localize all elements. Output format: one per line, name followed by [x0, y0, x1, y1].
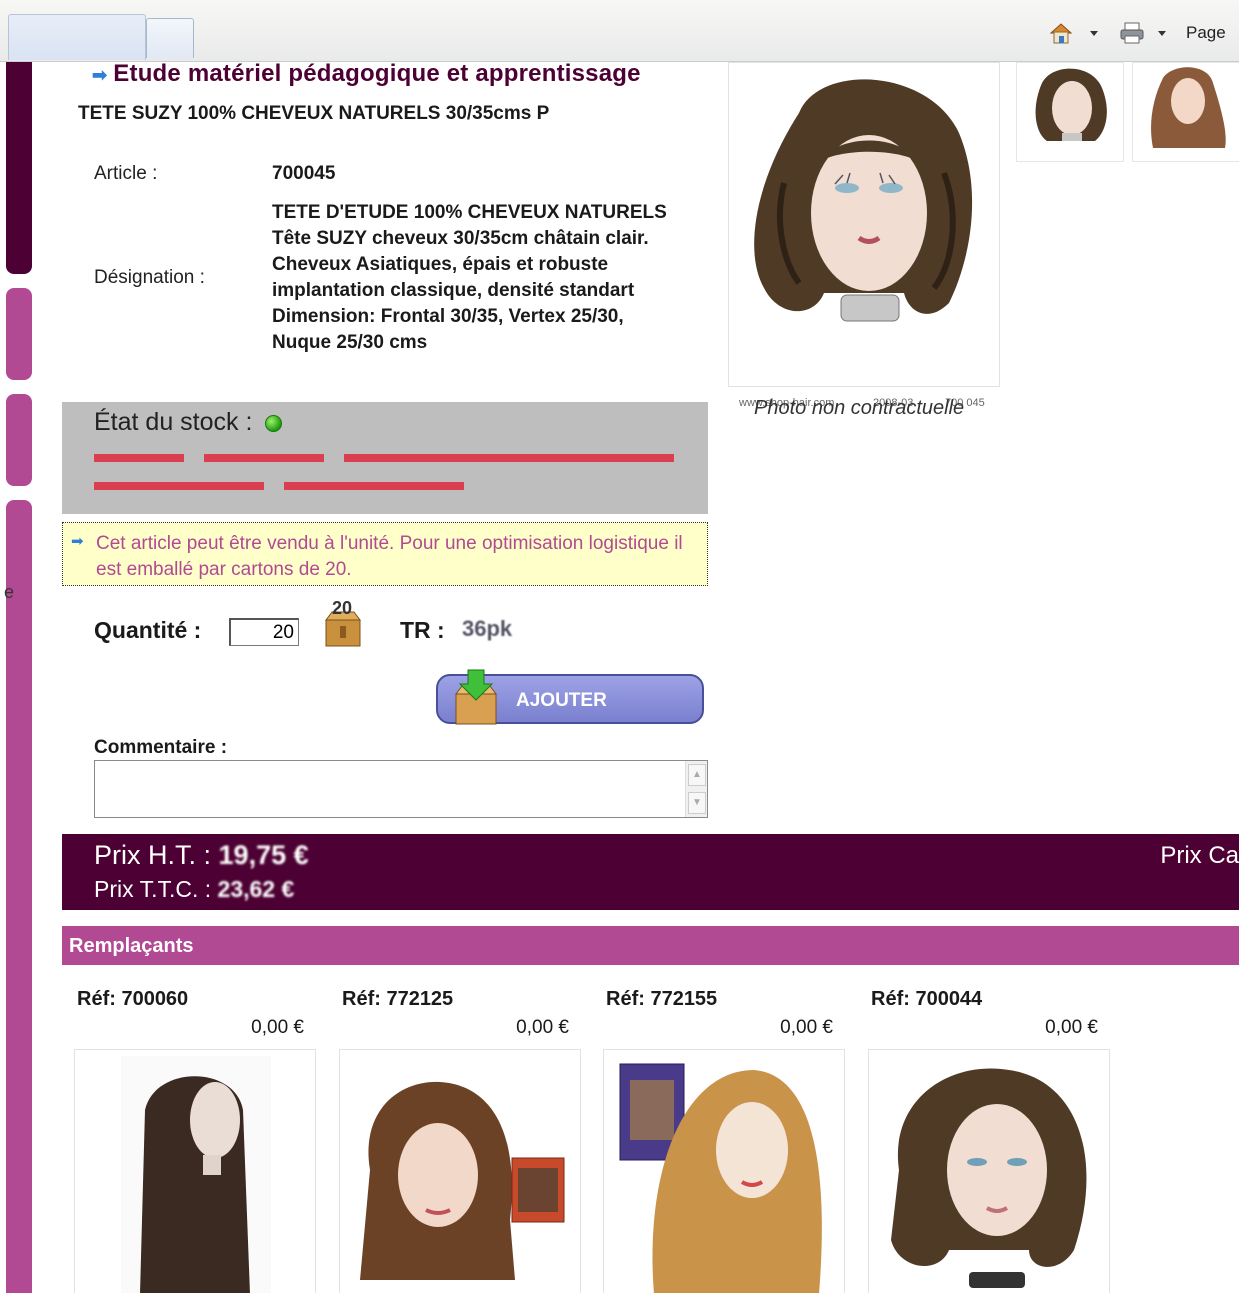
replacement-card[interactable]: Réf: 700044 0,00 € [868, 985, 1110, 1293]
mannequin-thumbnail [1151, 67, 1226, 148]
quantity-label: Quantité : [94, 617, 202, 643]
replacement-image[interactable] [74, 1049, 316, 1293]
designation-line: Tête SUZY cheveux 30/35cm châtain clair. [272, 228, 649, 249]
replacements-header: Remplaçants [62, 926, 1239, 965]
arrow-right-icon: ➡ [92, 65, 108, 85]
mannequin-head-image [754, 79, 973, 322]
replacement-ref: Réf: 772125 [342, 988, 454, 1010]
add-to-cart-button[interactable]: AJOUTER [436, 669, 704, 725]
article-label: Article : [94, 163, 158, 184]
designation-line: TETE D'ETUDE 100% CHEVEUX NATURELS [272, 202, 667, 223]
chevron-down-icon[interactable] [1090, 30, 1098, 36]
mannequin-curly-hair-image [891, 1068, 1087, 1288]
chevron-down-icon[interactable] [1158, 30, 1166, 36]
home-icon [1049, 23, 1073, 44]
replacement-card[interactable]: Réf: 772125 0,00 € [339, 985, 581, 1293]
price-ttc-value: 23,62 € [217, 876, 295, 902]
sidebar-tab-1[interactable] [6, 288, 32, 380]
stock-label: État du stock : [94, 408, 253, 436]
stock-panel: État du stock : [62, 402, 708, 514]
designation-line: Cheveux Asiatiques, épais et robuste [272, 254, 609, 275]
sidebar-tab-dark[interactable] [6, 62, 32, 274]
replacement-image[interactable] [339, 1049, 581, 1293]
designation-line: Dimension: Frontal 30/35, Vertex 25/30, [272, 306, 624, 327]
replacements-title: Remplaçants [69, 935, 194, 957]
replacement-image[interactable] [868, 1049, 1110, 1293]
mannequin-long-dark-hair-image [121, 1056, 271, 1293]
price-ttc-label: Prix T.T.C. : [94, 876, 212, 902]
tr-value: 36pk [462, 616, 513, 641]
replacement-ref: Réf: 700044 [871, 988, 983, 1010]
home-button[interactable] [1048, 20, 1098, 46]
unit-sale-notice: ➡ Cet article peut être vendu à l'unité.… [62, 522, 708, 586]
mannequin-thumbnail [1035, 68, 1107, 141]
page-menu-label: Page [1186, 23, 1226, 42]
price-banner: Prix H.T. : 19,75 € Prix T.T.C. : 23,62 … [62, 834, 1239, 910]
stock-status-icon [265, 414, 283, 432]
add-button-label: AJOUTER [516, 690, 607, 711]
mannequin-brown-hair-image [360, 1081, 565, 1280]
thumbnail-2[interactable] [1132, 62, 1239, 162]
replacement-price: 0,00 € [516, 1017, 569, 1038]
comment-label: Commentaire : [94, 737, 228, 758]
thumbnail-1[interactable] [1016, 62, 1124, 162]
product-name: TETE SUZY 100% CHEVEUX NATURELS 30/35cms… [78, 103, 550, 124]
price-ht: Prix H.T. : 19,75 € [94, 840, 309, 871]
add-to-box-icon [455, 669, 497, 725]
browser-tab-new[interactable] [146, 18, 194, 58]
printer-icon [1120, 22, 1144, 44]
sidebar-tab-3[interactable] [6, 500, 32, 1293]
replacement-price: 0,00 € [1045, 1017, 1098, 1038]
price-ht-label: Prix H.T. : [94, 840, 212, 870]
replacement-card[interactable]: Réf: 700060 0,00 € [74, 985, 316, 1293]
sidebar-tab-2[interactable] [6, 394, 32, 486]
designation-value: TETE D'ETUDE 100% CHEVEUX NATURELS Tête … [272, 200, 712, 356]
price-catalog-label: Prix Ca [1160, 842, 1239, 869]
stock-details-obscured [94, 454, 674, 490]
print-button[interactable] [1118, 20, 1166, 46]
browser-toolbar: Page [0, 0, 1239, 62]
page-menu[interactable]: Page [1186, 20, 1226, 46]
arrow-right-icon: ➡ [71, 533, 84, 550]
replacement-price: 0,00 € [780, 1017, 833, 1038]
price-ttc: Prix T.T.C. : 23,62 € [94, 876, 294, 903]
unit-sale-text: Cet article peut être vendu à l'unité. P… [96, 533, 683, 580]
tr-label: TR : [400, 617, 445, 643]
replacement-card[interactable]: Réf: 772155 0,00 € [603, 985, 845, 1293]
carton-count: 20 [332, 598, 353, 618]
stock-title: État du stock : [94, 408, 283, 437]
sidebar-letter: e [4, 582, 15, 602]
product-photo[interactable]: www.shop-hair.com 2008-03 700 045 [728, 62, 1000, 409]
designation-line: implantation classique, densité standart [272, 280, 635, 301]
section-title-text: Etude matériel pédagogique et apprentiss… [113, 60, 641, 87]
mannequin-blonde-hair-image [619, 1063, 822, 1293]
carton-icon: 20 [322, 598, 364, 648]
replacement-image[interactable] [603, 1049, 845, 1293]
designation-label: Désignation : [94, 267, 205, 288]
section-title: ➡ Etude matériel pédagogique et apprentis… [92, 60, 641, 88]
scroll-up-icon[interactable]: ▲ [688, 764, 706, 786]
price-ht-value: 19,75 € [218, 840, 309, 870]
replacement-price: 0,00 € [251, 1017, 304, 1038]
replacement-ref: Réf: 772155 [606, 988, 718, 1010]
browser-tab-active[interactable] [8, 14, 146, 60]
quantity-input[interactable] [229, 618, 299, 646]
article-value: 700045 [272, 163, 336, 184]
comment-scrollbar[interactable]: ▲ ▼ [685, 761, 707, 817]
comment-textarea[interactable]: ▲ ▼ [94, 760, 708, 818]
scroll-down-icon[interactable]: ▼ [688, 792, 706, 814]
replacement-ref: Réf: 700060 [77, 988, 189, 1010]
designation-line: Nuque 25/30 cms [272, 332, 428, 353]
photo-note: Photo non contractuelle [754, 397, 965, 419]
